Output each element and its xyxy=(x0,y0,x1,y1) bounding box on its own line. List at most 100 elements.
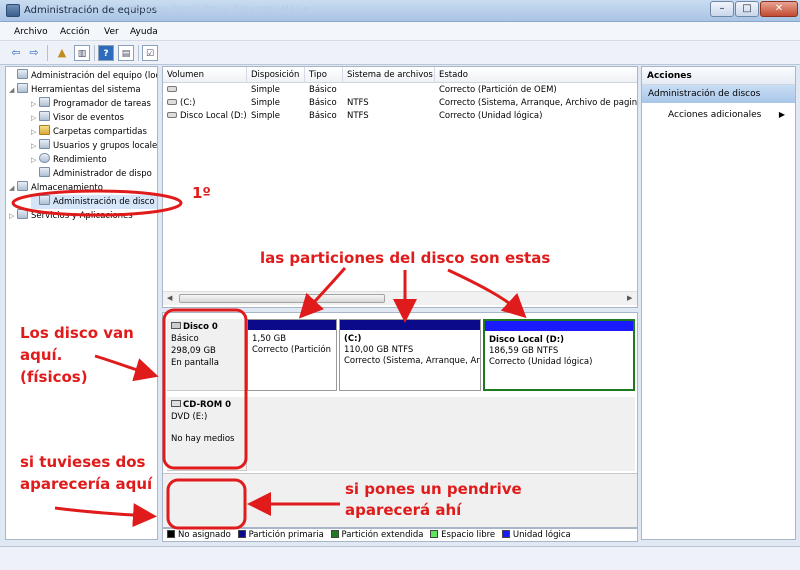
hard-disk-icon xyxy=(171,322,181,329)
computer-management-icon xyxy=(6,4,20,17)
status-cell: Correcto (Sistema, Arranque, Archivo de … xyxy=(439,98,637,108)
annotation-physical-line3: (físicos) xyxy=(20,368,88,386)
type-cell: Básico xyxy=(309,98,337,108)
volume-name: (C:) xyxy=(180,98,196,108)
layout-cell: Simple xyxy=(251,98,281,108)
disk0-type: Básico xyxy=(171,334,199,344)
table-row[interactable]: Disco Local (D:) Simple Básico NTFS Corr… xyxy=(163,110,637,123)
show-action-pane-icon[interactable]: ▤ xyxy=(118,45,134,61)
event-viewer-icon xyxy=(39,111,50,121)
actions-section-disk-management[interactable]: Administración de discos xyxy=(642,85,795,103)
menu-ver[interactable]: Ver xyxy=(104,27,119,37)
legend: No asignado Partición primaria Partición… xyxy=(162,528,638,542)
tree-item-event-viewer[interactable]: ▷ Visor de eventos xyxy=(31,111,124,125)
tree-item-label: Servicios y Aplicaciones xyxy=(31,211,133,221)
maximize-button[interactable]: □ xyxy=(735,1,759,17)
more-actions-item[interactable]: Acciones adicionales ▶ xyxy=(642,107,795,123)
partition-status: Correcto (Unidad lógica) xyxy=(489,357,593,367)
tree-expander[interactable]: ▷ xyxy=(31,97,39,111)
close-button[interactable]: ✕ xyxy=(760,1,798,17)
tree-item-local-users[interactable]: ▷ Usuarios y grupos locale xyxy=(31,139,157,153)
volume-name: Disco Local (D:) xyxy=(180,111,247,121)
tree-item-device-manager[interactable]: Administrador de dispo xyxy=(31,167,152,181)
tree-expander[interactable]: ▷ xyxy=(31,111,39,125)
tree-expander[interactable]: ▷ xyxy=(31,153,39,167)
tree-item-system-tools[interactable]: ◢ Herramientas del sistema xyxy=(9,83,141,97)
status-cell: Correcto (Partición de OEM) xyxy=(439,85,557,95)
properties-icon[interactable]: ☑ xyxy=(142,45,158,61)
partition-oem[interactable]: 1,50 GB Correcto (Partición xyxy=(247,319,337,391)
partition-size: 186,59 GB NTFS xyxy=(489,346,559,356)
tree-item-disk-management[interactable]: Administración de disco xyxy=(31,195,157,209)
up-folder-icon[interactable]: ▲ xyxy=(54,45,70,61)
volume-cell: (C:) xyxy=(163,97,247,110)
primary-partition-bar xyxy=(248,320,336,330)
menu-bar: Archivo Acción Ver Ayuda xyxy=(0,22,800,41)
tree-item-shared-folders[interactable]: ▷ Carpetas compartidas xyxy=(31,125,147,139)
scroll-right-icon[interactable]: ▶ xyxy=(627,294,632,302)
table-row[interactable]: Simple Básico Correcto (Partición de OEM… xyxy=(163,84,637,97)
submenu-arrow-icon: ▶ xyxy=(778,110,785,119)
horizontal-scrollbar[interactable]: ◀ ▶ xyxy=(163,291,637,305)
tree-item-services-apps[interactable]: ▷ Servicios y Aplicaciones xyxy=(9,209,133,223)
tree-item-computer-management[interactable]: Administración del equipo (loc xyxy=(9,69,157,83)
annotation-physical-line1: Los disco van xyxy=(20,324,134,342)
tree-expander[interactable]: ▷ xyxy=(31,139,39,153)
menu-accion[interactable]: Acción xyxy=(60,27,90,37)
volume-icon xyxy=(167,86,177,92)
forward-arrow-icon[interactable]: ⇨ xyxy=(26,45,42,61)
actions-title: Acciones xyxy=(642,67,795,85)
disk0-name: Disco 0 xyxy=(171,321,242,333)
clock-icon xyxy=(39,97,50,107)
volume-icon xyxy=(167,99,177,105)
menu-archivo[interactable]: Archivo xyxy=(14,27,48,37)
volume-icon xyxy=(167,112,177,118)
table-row[interactable]: (C:) Simple Básico NTFS Correcto (Sistem… xyxy=(163,97,637,110)
device-manager-icon xyxy=(39,167,50,177)
minimize-button[interactable]: – xyxy=(710,1,734,17)
tree-expander[interactable]: ◢ xyxy=(9,83,17,97)
tree-item-performance[interactable]: ▷ Rendimiento xyxy=(31,153,107,167)
cdrom0-type: DVD (E:) xyxy=(171,412,208,422)
show-console-tree-icon[interactable]: ▥ xyxy=(74,45,90,61)
type-cell: Básico xyxy=(309,85,337,95)
scrollbar-thumb[interactable] xyxy=(179,294,385,303)
filesystem-cell: NTFS xyxy=(347,98,369,108)
partition-name: Disco Local (D:) xyxy=(489,335,564,345)
help-icon[interactable]: ? xyxy=(98,45,114,61)
tree-item-storage[interactable]: ◢ Almacenamiento xyxy=(9,181,103,195)
tree-expander[interactable]: ◢ xyxy=(9,181,17,195)
tree-item-label: Almacenamiento xyxy=(31,183,103,193)
partition-status: Correcto (Partición xyxy=(252,345,332,355)
folder-icon xyxy=(39,125,50,135)
cdrom0-name: CD-ROM 0 xyxy=(171,399,242,411)
scroll-left-icon[interactable]: ◀ xyxy=(167,294,172,302)
legend-item: Partición primaria xyxy=(234,530,324,540)
annotation-usb-line2: aparecerá ahí xyxy=(345,501,462,519)
cdrom0-status: No hay medios xyxy=(171,434,235,444)
column-header-layout[interactable]: Disposición xyxy=(247,67,305,83)
performance-icon xyxy=(39,153,50,163)
partition-c[interactable]: (C:) 110,00 GB NTFS Correcto (Sistema, A… xyxy=(339,319,481,391)
filesystem-cell: NTFS xyxy=(347,111,369,121)
tree-item-task-scheduler[interactable]: ▷ Programador de tareas xyxy=(31,97,151,111)
column-header-filesystem[interactable]: Sistema de archivos xyxy=(343,67,435,83)
cd-drive-icon xyxy=(171,400,181,407)
menu-ayuda[interactable]: Ayuda xyxy=(130,27,158,37)
annotation-two-disks-line1: si tuvieses dos xyxy=(20,453,146,471)
back-arrow-icon[interactable]: ⇦ xyxy=(8,45,24,61)
legend-item: Unidad lógica xyxy=(498,530,571,540)
tree-item-label: Rendimiento xyxy=(53,155,107,165)
tree-expander[interactable]: ▷ xyxy=(9,209,17,223)
tree-expander[interactable]: ▷ xyxy=(31,125,39,139)
column-header-volume[interactable]: Volumen xyxy=(163,67,247,83)
column-header-type[interactable]: Tipo xyxy=(305,67,343,83)
filesystem-cell xyxy=(343,84,435,97)
tree-item-label: Herramientas del sistema xyxy=(31,85,141,95)
partition-d[interactable]: Disco Local (D:) 186,59 GB NTFS Correcto… xyxy=(483,319,635,391)
disk0-info[interactable]: Disco 0 Básico 298,09 GB En pantalla xyxy=(167,319,247,391)
partition-size: 110,00 GB NTFS xyxy=(344,345,414,355)
annotation-step-one: 1º xyxy=(192,184,211,202)
column-header-status[interactable]: Estado xyxy=(435,67,637,83)
cdrom0-info[interactable]: CD-ROM 0 DVD (E:) No hay medios xyxy=(167,397,247,471)
